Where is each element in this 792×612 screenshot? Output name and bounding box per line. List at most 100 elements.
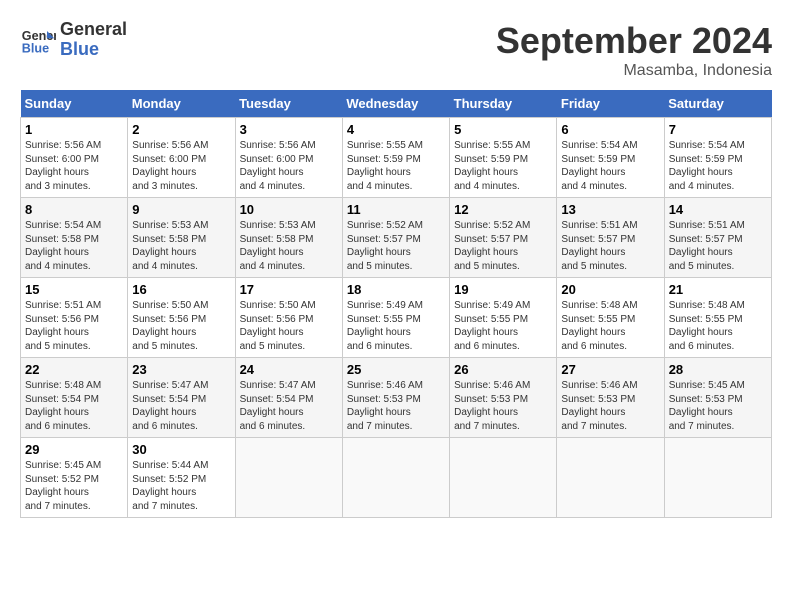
logo: General Blue General Blue	[20, 20, 127, 60]
cell-info: Sunrise: 5:56 AMSunset: 6:00 PMDaylight …	[132, 140, 208, 192]
cell-info: Sunrise: 5:52 AMSunset: 5:57 PMDaylight …	[454, 220, 530, 272]
cell-info: Sunrise: 5:51 AMSunset: 5:57 PMDaylight …	[669, 220, 745, 272]
day-number: 14	[669, 202, 767, 217]
cell-info: Sunrise: 5:51 AMSunset: 5:57 PMDaylight …	[561, 220, 637, 272]
month-title: September 2024	[496, 20, 772, 62]
cell-info: Sunrise: 5:50 AMSunset: 5:56 PMDaylight …	[240, 300, 316, 352]
day-number: 5	[454, 122, 552, 137]
cell-info: Sunrise: 5:53 AMSunset: 5:58 PMDaylight …	[132, 220, 208, 272]
calendar-cell: 7 Sunrise: 5:54 AMSunset: 5:59 PMDayligh…	[664, 118, 771, 198]
calendar-cell: 17 Sunrise: 5:50 AMSunset: 5:56 PMDaylig…	[235, 278, 342, 358]
svg-text:Blue: Blue	[22, 41, 49, 55]
day-number: 15	[25, 282, 123, 297]
calendar-cell: 20 Sunrise: 5:48 AMSunset: 5:55 PMDaylig…	[557, 278, 664, 358]
cell-info: Sunrise: 5:47 AMSunset: 5:54 PMDaylight …	[240, 380, 316, 432]
calendar-cell: 30 Sunrise: 5:44 AMSunset: 5:52 PMDaylig…	[128, 438, 235, 518]
cell-info: Sunrise: 5:45 AMSunset: 5:53 PMDaylight …	[669, 380, 745, 432]
cell-info: Sunrise: 5:48 AMSunset: 5:55 PMDaylight …	[669, 300, 745, 352]
col-thursday: Thursday	[450, 90, 557, 118]
calendar-cell: 15 Sunrise: 5:51 AMSunset: 5:56 PMDaylig…	[21, 278, 128, 358]
calendar-cell: 19 Sunrise: 5:49 AMSunset: 5:55 PMDaylig…	[450, 278, 557, 358]
calendar-cell: 3 Sunrise: 5:56 AMSunset: 6:00 PMDayligh…	[235, 118, 342, 198]
day-number: 8	[25, 202, 123, 217]
col-sunday: Sunday	[21, 90, 128, 118]
calendar-cell: 10 Sunrise: 5:53 AMSunset: 5:58 PMDaylig…	[235, 198, 342, 278]
day-number: 26	[454, 362, 552, 377]
day-number: 21	[669, 282, 767, 297]
calendar-week-row: 29 Sunrise: 5:45 AMSunset: 5:52 PMDaylig…	[21, 438, 772, 518]
day-number: 19	[454, 282, 552, 297]
cell-info: Sunrise: 5:53 AMSunset: 5:58 PMDaylight …	[240, 220, 316, 272]
day-number: 3	[240, 122, 338, 137]
calendar-cell: 12 Sunrise: 5:52 AMSunset: 5:57 PMDaylig…	[450, 198, 557, 278]
day-number: 24	[240, 362, 338, 377]
title-block: September 2024 Masamba, Indonesia	[496, 20, 772, 80]
calendar-cell: 21 Sunrise: 5:48 AMSunset: 5:55 PMDaylig…	[664, 278, 771, 358]
col-friday: Friday	[557, 90, 664, 118]
day-number: 9	[132, 202, 230, 217]
calendar-week-row: 22 Sunrise: 5:48 AMSunset: 5:54 PMDaylig…	[21, 358, 772, 438]
day-number: 20	[561, 282, 659, 297]
page-header: General Blue General Blue September 2024…	[20, 20, 772, 80]
cell-info: Sunrise: 5:47 AMSunset: 5:54 PMDaylight …	[132, 380, 208, 432]
calendar-cell	[557, 438, 664, 518]
cell-info: Sunrise: 5:51 AMSunset: 5:56 PMDaylight …	[25, 300, 101, 352]
calendar-cell: 16 Sunrise: 5:50 AMSunset: 5:56 PMDaylig…	[128, 278, 235, 358]
day-number: 25	[347, 362, 445, 377]
calendar-cell: 26 Sunrise: 5:46 AMSunset: 5:53 PMDaylig…	[450, 358, 557, 438]
calendar-cell: 11 Sunrise: 5:52 AMSunset: 5:57 PMDaylig…	[342, 198, 449, 278]
location: Masamba, Indonesia	[496, 62, 772, 80]
calendar-cell: 13 Sunrise: 5:51 AMSunset: 5:57 PMDaylig…	[557, 198, 664, 278]
day-number: 17	[240, 282, 338, 297]
day-number: 23	[132, 362, 230, 377]
cell-info: Sunrise: 5:55 AMSunset: 5:59 PMDaylight …	[347, 140, 423, 192]
calendar-cell: 22 Sunrise: 5:48 AMSunset: 5:54 PMDaylig…	[21, 358, 128, 438]
cell-info: Sunrise: 5:50 AMSunset: 5:56 PMDaylight …	[132, 300, 208, 352]
day-number: 18	[347, 282, 445, 297]
calendar-cell	[450, 438, 557, 518]
cell-info: Sunrise: 5:49 AMSunset: 5:55 PMDaylight …	[347, 300, 423, 352]
calendar-week-row: 8 Sunrise: 5:54 AMSunset: 5:58 PMDayligh…	[21, 198, 772, 278]
calendar-cell	[664, 438, 771, 518]
day-number: 30	[132, 442, 230, 457]
calendar-cell: 27 Sunrise: 5:46 AMSunset: 5:53 PMDaylig…	[557, 358, 664, 438]
cell-info: Sunrise: 5:55 AMSunset: 5:59 PMDaylight …	[454, 140, 530, 192]
calendar-cell: 2 Sunrise: 5:56 AMSunset: 6:00 PMDayligh…	[128, 118, 235, 198]
calendar-cell: 5 Sunrise: 5:55 AMSunset: 5:59 PMDayligh…	[450, 118, 557, 198]
logo-icon: General Blue	[20, 22, 56, 58]
day-number: 6	[561, 122, 659, 137]
logo-text: General Blue	[60, 20, 127, 60]
cell-info: Sunrise: 5:46 AMSunset: 5:53 PMDaylight …	[561, 380, 637, 432]
calendar-cell: 8 Sunrise: 5:54 AMSunset: 5:58 PMDayligh…	[21, 198, 128, 278]
day-number: 2	[132, 122, 230, 137]
day-number: 10	[240, 202, 338, 217]
col-tuesday: Tuesday	[235, 90, 342, 118]
calendar-header-row: Sunday Monday Tuesday Wednesday Thursday…	[21, 90, 772, 118]
col-monday: Monday	[128, 90, 235, 118]
calendar-cell: 6 Sunrise: 5:54 AMSunset: 5:59 PMDayligh…	[557, 118, 664, 198]
calendar-table: Sunday Monday Tuesday Wednesday Thursday…	[20, 90, 772, 518]
calendar-cell	[235, 438, 342, 518]
calendar-cell: 4 Sunrise: 5:55 AMSunset: 5:59 PMDayligh…	[342, 118, 449, 198]
cell-info: Sunrise: 5:45 AMSunset: 5:52 PMDaylight …	[25, 460, 101, 512]
cell-info: Sunrise: 5:46 AMSunset: 5:53 PMDaylight …	[454, 380, 530, 432]
cell-info: Sunrise: 5:44 AMSunset: 5:52 PMDaylight …	[132, 460, 208, 512]
calendar-week-row: 1 Sunrise: 5:56 AMSunset: 6:00 PMDayligh…	[21, 118, 772, 198]
cell-info: Sunrise: 5:54 AMSunset: 5:59 PMDaylight …	[561, 140, 637, 192]
cell-info: Sunrise: 5:49 AMSunset: 5:55 PMDaylight …	[454, 300, 530, 352]
cell-info: Sunrise: 5:56 AMSunset: 6:00 PMDaylight …	[240, 140, 316, 192]
calendar-cell: 1 Sunrise: 5:56 AMSunset: 6:00 PMDayligh…	[21, 118, 128, 198]
cell-info: Sunrise: 5:52 AMSunset: 5:57 PMDaylight …	[347, 220, 423, 272]
calendar-week-row: 15 Sunrise: 5:51 AMSunset: 5:56 PMDaylig…	[21, 278, 772, 358]
cell-info: Sunrise: 5:48 AMSunset: 5:55 PMDaylight …	[561, 300, 637, 352]
cell-info: Sunrise: 5:48 AMSunset: 5:54 PMDaylight …	[25, 380, 101, 432]
col-saturday: Saturday	[664, 90, 771, 118]
day-number: 27	[561, 362, 659, 377]
col-wednesday: Wednesday	[342, 90, 449, 118]
day-number: 13	[561, 202, 659, 217]
day-number: 12	[454, 202, 552, 217]
calendar-cell: 14 Sunrise: 5:51 AMSunset: 5:57 PMDaylig…	[664, 198, 771, 278]
calendar-cell: 29 Sunrise: 5:45 AMSunset: 5:52 PMDaylig…	[21, 438, 128, 518]
calendar-cell: 23 Sunrise: 5:47 AMSunset: 5:54 PMDaylig…	[128, 358, 235, 438]
calendar-cell: 18 Sunrise: 5:49 AMSunset: 5:55 PMDaylig…	[342, 278, 449, 358]
